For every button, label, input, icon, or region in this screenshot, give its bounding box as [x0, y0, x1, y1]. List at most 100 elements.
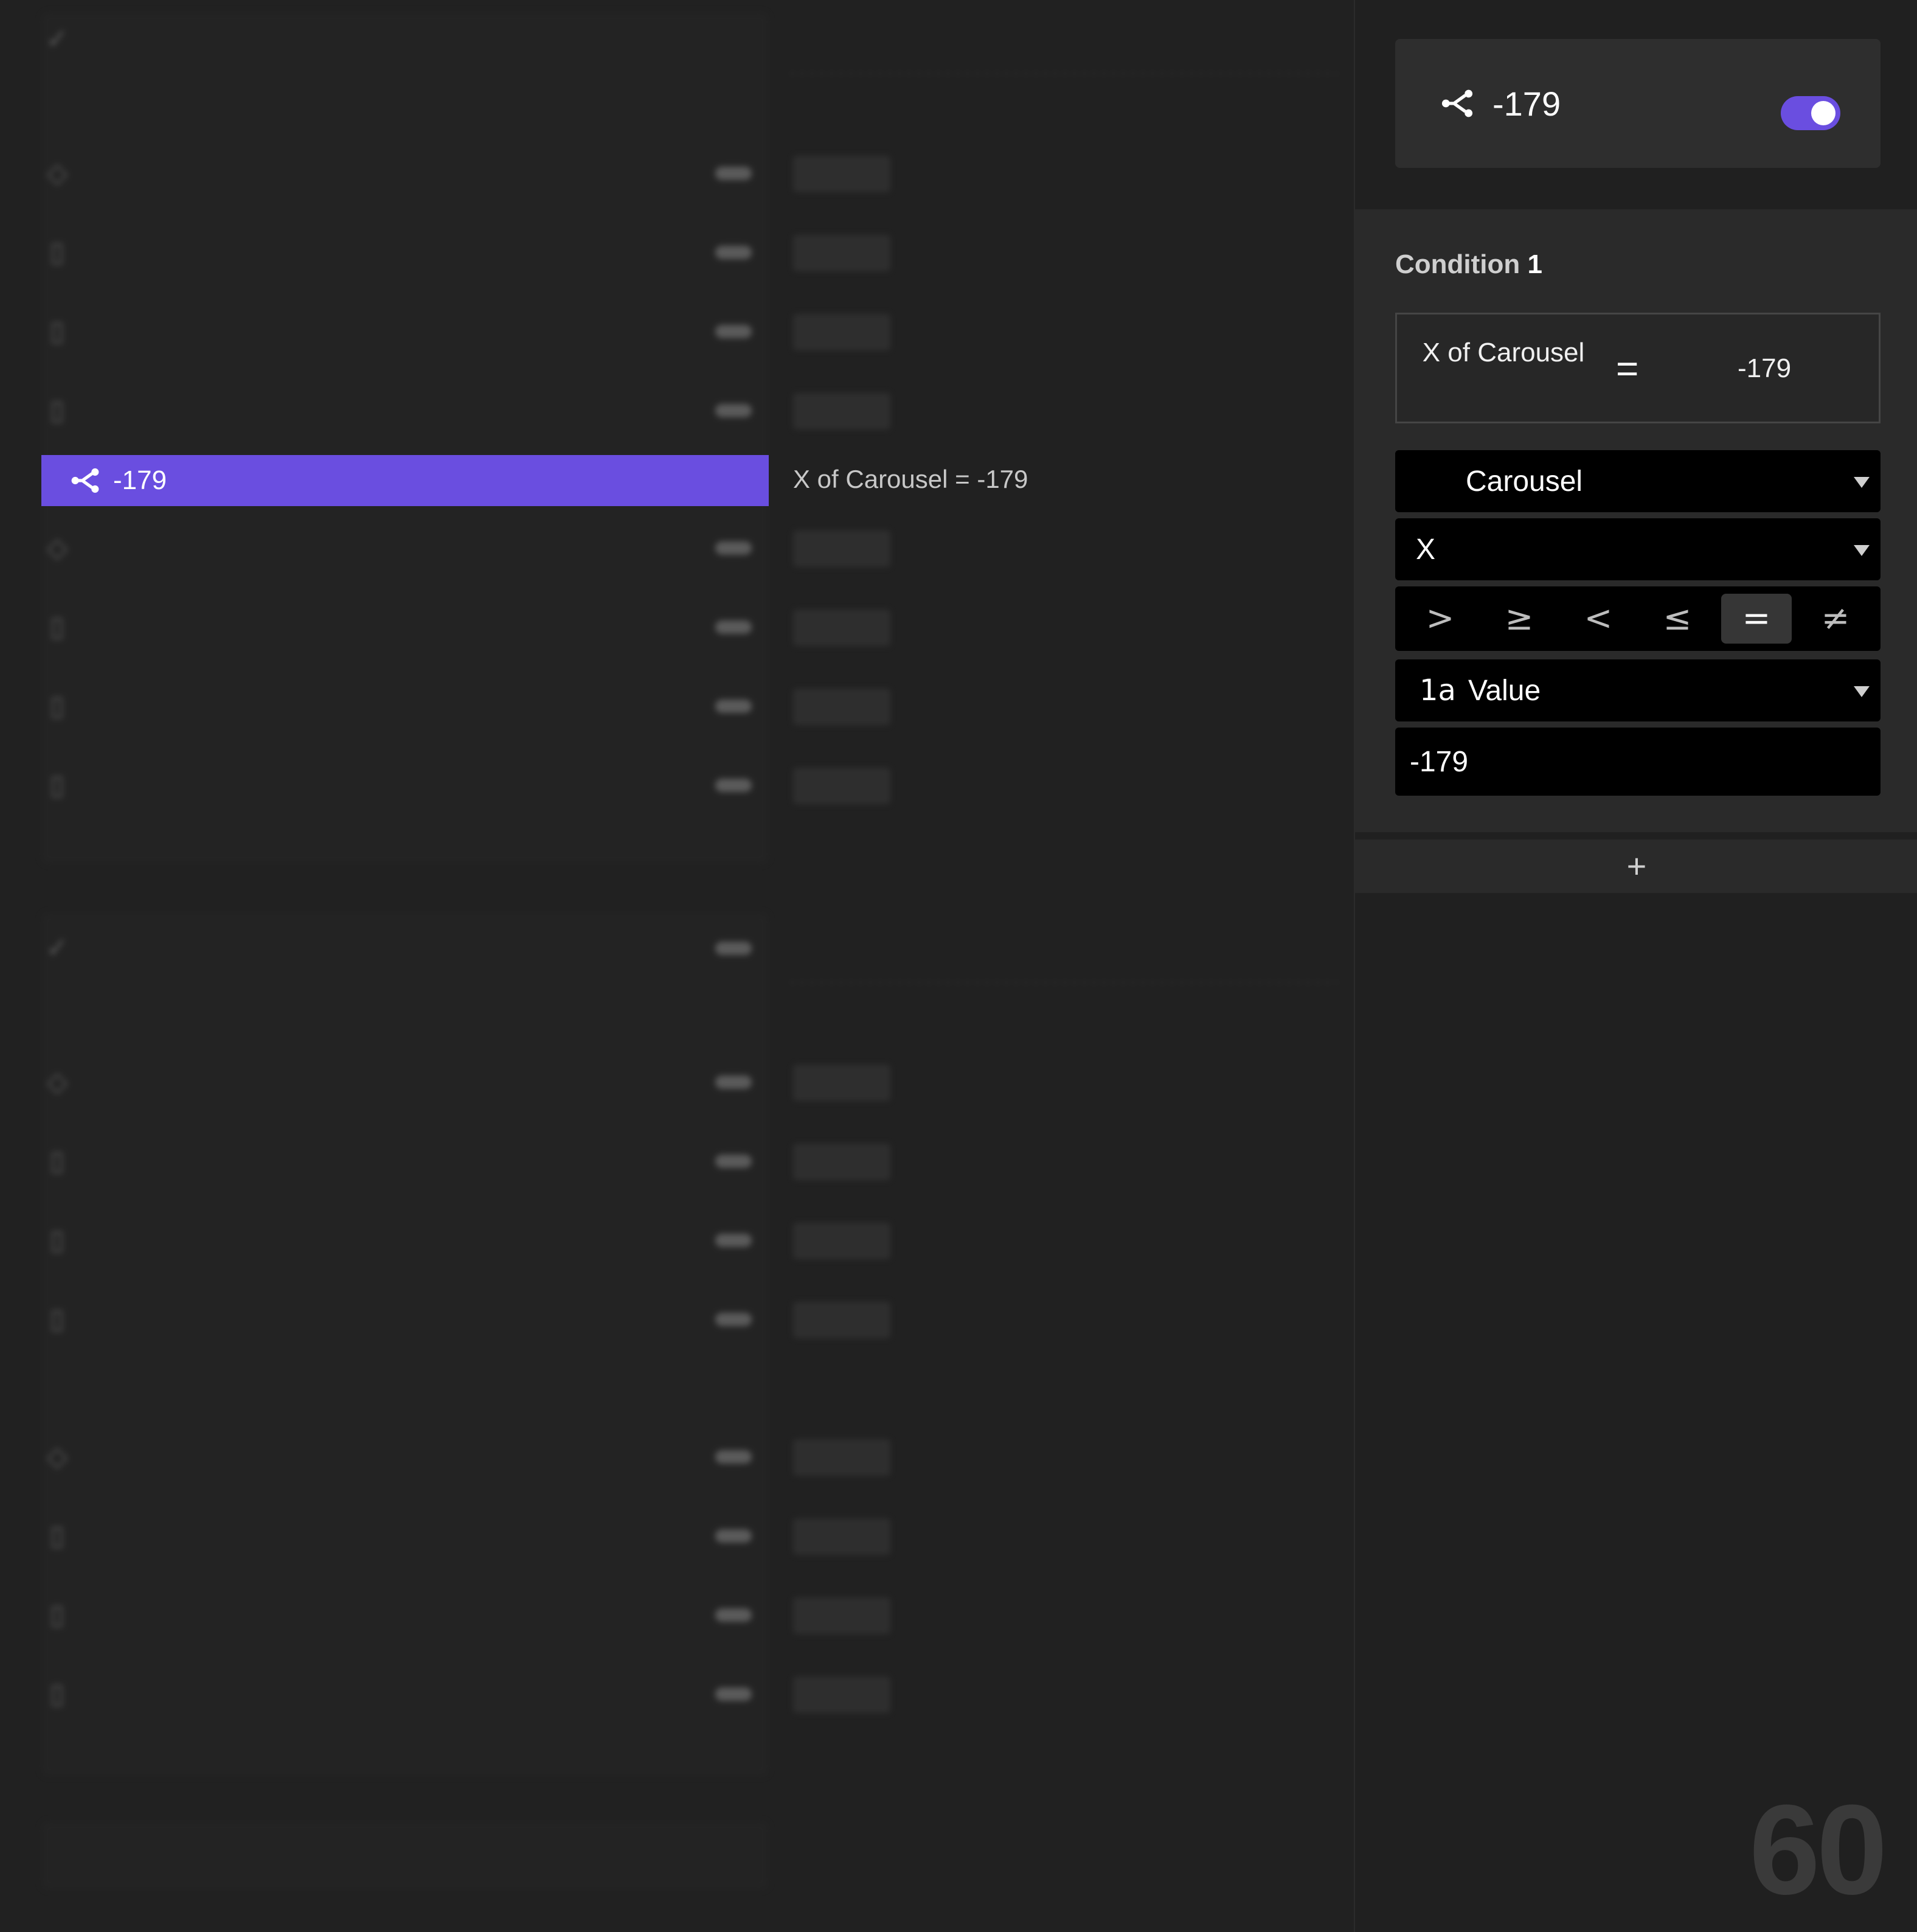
operator-segmented-control: > ≥ < ≤ = ≠	[1395, 586, 1881, 651]
blurred-row: ▯	[41, 681, 769, 731]
blurred-pill	[715, 1450, 752, 1464]
blurred-icon: ▯	[49, 1600, 65, 1630]
blurred-icon: ▯	[49, 316, 65, 346]
add-trigger-button	[41, 1821, 769, 1889]
blurred-pill	[715, 246, 752, 259]
trigger-row: ✓	[41, 15, 769, 64]
blurred-pill	[715, 779, 752, 792]
layers-timeline-panel: ✓ ◇ ▯ ▯ ▯ ◇ ▯ ▯ ▯ ✓ ◇ ▯ ▯ ▯ ◇ ▯ ▯ ▯ -179…	[0, 0, 1354, 1932]
summary-left: X of Carousel	[1422, 338, 1585, 367]
chevron-down-icon	[1854, 545, 1870, 556]
summary-right: -179	[1738, 353, 1792, 383]
blurred-icon: ▯	[49, 1679, 65, 1709]
chevron-down-icon	[1854, 686, 1870, 697]
blurred-pill	[715, 942, 752, 955]
blurred-row: ◇	[41, 523, 769, 573]
operator-less-than[interactable]: <	[1563, 594, 1634, 644]
blurred-row: ▯	[41, 602, 769, 652]
trigger-row: ✓	[41, 923, 769, 973]
timeline-bar	[793, 1223, 890, 1259]
toggle-knob	[1811, 101, 1836, 125]
trigger-block	[41, 912, 769, 1776]
blurred-pill	[715, 1608, 752, 1622]
value-type-icon: 1a	[1420, 673, 1456, 707]
condition-summary: X of Carousel = -179	[1395, 313, 1881, 423]
blurred-row: ◇	[41, 148, 769, 198]
fps-counter: 60	[1749, 1778, 1888, 1921]
blurred-background: ✓ ◇ ▯ ▯ ▯ ◇ ▯ ▯ ▯ ✓ ◇ ▯ ▯ ▯ ◇ ▯ ▯ ▯	[0, 0, 1354, 1932]
value-source-select-value: Value	[1468, 674, 1541, 707]
inspector-title: -179	[1492, 84, 1561, 123]
blurred-row: ▯	[41, 228, 769, 277]
timeline-bar	[793, 1144, 890, 1180]
timeline-bar	[793, 689, 890, 725]
timeline-bar	[793, 393, 890, 429]
blurred-pill	[715, 404, 752, 417]
blurred-icon: ▯	[49, 691, 65, 721]
blurred-row: ▯	[41, 1590, 769, 1640]
operator-not-equal[interactable]: ≠	[1800, 594, 1871, 644]
blurred-pill	[715, 167, 752, 180]
blurred-row: ▯	[41, 307, 769, 356]
blurred-pill	[715, 1529, 752, 1543]
selected-condition-row[interactable]: -179	[41, 455, 769, 506]
blurred-row: ◇	[41, 1432, 769, 1482]
blurred-row: ▯	[41, 1215, 769, 1265]
property-select-value: X	[1416, 533, 1436, 566]
layer-select-value: Carousel	[1466, 465, 1583, 498]
summary-operator: =	[1616, 347, 1639, 391]
blurred-pill	[715, 1075, 752, 1089]
timeline-bar	[793, 156, 890, 192]
condition-inspector-panel: -179 Condition 1 X of Carousel = -179 Ca…	[1354, 0, 1917, 1932]
trigger-icon: ✓	[46, 24, 69, 54]
condition-number: 1	[1527, 249, 1542, 279]
inspector-header: -179	[1395, 39, 1881, 168]
blurred-icon: ▯	[49, 1521, 65, 1551]
blurred-pill	[715, 1155, 752, 1168]
blurred-row: ▯	[41, 1669, 769, 1719]
layer-select[interactable]: Carousel	[1395, 450, 1881, 512]
blurred-pill	[715, 325, 752, 338]
blurred-row: ▯	[41, 760, 769, 810]
blurred-row: ▯	[41, 1294, 769, 1344]
condition-title: Condition 1	[1395, 249, 1542, 280]
enable-toggle[interactable]	[1781, 96, 1840, 130]
blurred-icon: ◇	[47, 533, 68, 563]
blurred-pill	[715, 541, 752, 555]
timeline-bar	[793, 1677, 890, 1713]
blurred-icon: ◇	[47, 1067, 68, 1097]
chevron-down-icon	[1854, 477, 1870, 488]
blurred-pill	[715, 1687, 752, 1701]
property-select[interactable]: X	[1395, 518, 1881, 580]
blurred-row: ▯	[41, 1511, 769, 1561]
timeline-bar	[793, 1439, 890, 1476]
blurred-pill	[715, 1313, 752, 1326]
blurred-icon: ▯	[49, 395, 65, 425]
operator-less-equal[interactable]: ≤	[1642, 594, 1713, 644]
blurred-row: ▯	[41, 1136, 769, 1186]
inspector-header-wrap: -179	[1355, 0, 1917, 209]
blurred-icon: ▯	[49, 770, 65, 800]
operator-greater-than[interactable]: >	[1405, 594, 1475, 644]
blurred-row: ◇	[41, 1057, 769, 1107]
timeline-ruler	[791, 73, 1338, 74]
blurred-pill	[715, 620, 752, 634]
blurred-pill	[715, 1234, 752, 1247]
blurred-icon: ▯	[49, 237, 65, 267]
timeline-bar	[793, 1302, 890, 1338]
value-input[interactable]	[1395, 728, 1881, 796]
branch-icon	[71, 468, 99, 493]
timeline-bar	[793, 1597, 890, 1634]
blurred-icon: ▯	[49, 1146, 65, 1176]
blurred-pill	[715, 700, 752, 713]
timeline-bar	[793, 768, 890, 804]
selected-row-label: -179	[113, 465, 167, 495]
trigger-block	[41, 12, 769, 864]
blurred-icon: ▯	[49, 612, 65, 642]
add-condition-button[interactable]: +	[1355, 839, 1917, 893]
operator-equal[interactable]: =	[1721, 594, 1792, 644]
branch-icon	[1441, 89, 1473, 117]
operator-greater-equal[interactable]: ≥	[1484, 594, 1555, 644]
value-source-select[interactable]: 1a Value	[1395, 659, 1881, 721]
timeline-bar	[793, 1518, 890, 1555]
